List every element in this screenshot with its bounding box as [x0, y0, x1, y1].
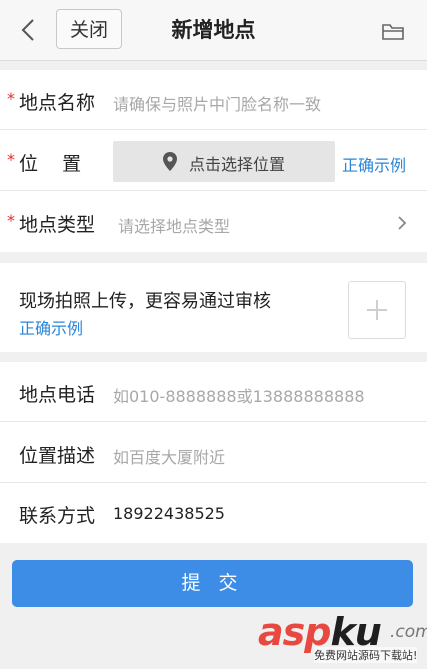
location-row: * 位 置 点击选择位置 正确示例	[0, 131, 427, 191]
nav-bar: 关闭 新增地点	[0, 0, 427, 61]
required-mark: *	[7, 150, 15, 169]
photo-upload-title: 现场拍照上传，更容易通过审核	[19, 291, 271, 312]
description-label: 位置描述	[19, 445, 96, 467]
contact-method-label: 联系方式	[19, 505, 96, 527]
required-mark: *	[7, 89, 15, 108]
description-row[interactable]: 位置描述 如百度大厦附近	[0, 423, 427, 483]
phone-input[interactable]: 如010-8888888或13888888888	[113, 383, 365, 407]
watermark-logo: aspku .com 免费网站源码下载站!	[252, 610, 427, 669]
close-button[interactable]: 关闭	[56, 9, 122, 49]
phone-row[interactable]: 地点电话 如010-8888888或13888888888	[0, 362, 427, 422]
description-input[interactable]: 如百度大厦附近	[113, 444, 225, 468]
folder-button[interactable]	[378, 16, 408, 46]
contact-section: 地点电话 如010-8888888或13888888888 位置描述 如百度大厦…	[0, 362, 427, 543]
watermark-domain: .com	[390, 622, 427, 642]
watermark-subtitle: 免费网站源码下载站!	[314, 647, 418, 663]
required-mark: *	[7, 211, 15, 230]
back-arrow-icon	[21, 19, 34, 41]
folder-icon	[382, 24, 404, 40]
required-fields-section: * 地点名称 请确保与照片中门脸名称一致 * 位 置 点击选择位置 正确示例 *…	[0, 70, 427, 252]
chevron-right-icon	[398, 216, 407, 230]
plus-icon	[367, 300, 387, 320]
select-location-button[interactable]: 点击选择位置	[113, 141, 335, 182]
location-example-link[interactable]: 正确示例	[342, 152, 406, 176]
select-location-label: 点击选择位置	[189, 155, 286, 174]
location-label: 位 置	[19, 153, 82, 175]
type-row[interactable]: * 地点类型 请选择地点类型	[0, 192, 427, 252]
divider	[0, 129, 427, 130]
name-input[interactable]: 请确保与照片中门脸名称一致	[113, 91, 321, 115]
name-row[interactable]: * 地点名称 请确保与照片中门脸名称一致	[0, 70, 427, 130]
back-button[interactable]	[14, 14, 42, 46]
submit-button[interactable]: 提 交	[12, 560, 413, 607]
divider	[0, 190, 427, 191]
name-label: 地点名称	[19, 92, 96, 114]
add-photo-button[interactable]	[348, 281, 406, 339]
type-label: 地点类型	[19, 214, 96, 236]
phone-label: 地点电话	[19, 384, 96, 406]
contact-method-input[interactable]: 18922438525	[113, 504, 225, 523]
photo-example-link[interactable]: 正确示例	[19, 315, 83, 339]
type-select[interactable]: 请选择地点类型	[118, 213, 230, 237]
location-pin-icon	[163, 152, 177, 171]
divider	[0, 421, 427, 422]
contact-method-row[interactable]: 联系方式 18922438525	[0, 483, 427, 543]
